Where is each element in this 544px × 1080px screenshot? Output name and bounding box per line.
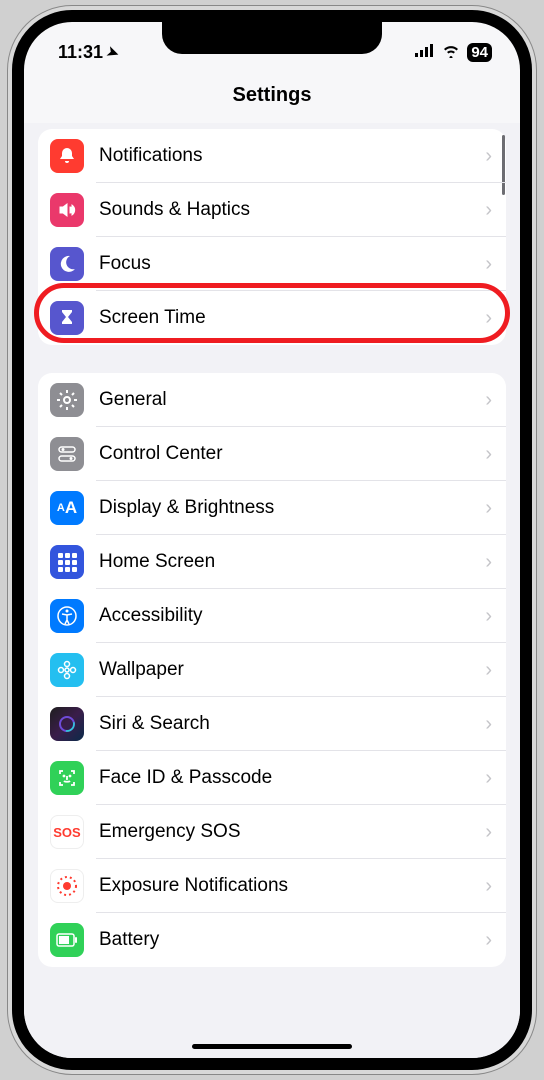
row-wallpaper[interactable]: Wallpaper ›: [38, 643, 506, 697]
chevron-right-icon: ›: [485, 767, 492, 790]
chevron-right-icon: ›: [485, 145, 492, 168]
row-general[interactable]: General ›: [38, 373, 506, 427]
chevron-right-icon: ›: [485, 713, 492, 736]
flower-icon: [50, 653, 84, 687]
chevron-right-icon: ›: [485, 551, 492, 574]
row-battery[interactable]: Battery ›: [38, 913, 506, 967]
row-sounds[interactable]: Sounds & Haptics ›: [38, 183, 506, 237]
row-label: Display & Brightness: [99, 497, 485, 519]
gear-icon: [50, 383, 84, 417]
text-size-icon: AA: [50, 491, 84, 525]
row-label: Face ID & Passcode: [99, 767, 485, 789]
row-label: Control Center: [99, 443, 485, 465]
battery-icon: [50, 923, 84, 957]
row-label: Sounds & Haptics: [99, 199, 485, 221]
row-screen-time[interactable]: Screen Time ›: [38, 291, 506, 345]
wifi-icon: [441, 42, 461, 63]
face-id-icon: [50, 761, 84, 795]
phone-frame: 11:31 ➤ 94 Settings Notifications ›: [12, 10, 532, 1070]
row-accessibility[interactable]: Accessibility ›: [38, 589, 506, 643]
chevron-right-icon: ›: [485, 389, 492, 412]
speaker-icon: [50, 193, 84, 227]
row-exposure[interactable]: Exposure Notifications ›: [38, 859, 506, 913]
settings-group-1: Notifications › Sounds & Haptics › Focus…: [38, 129, 506, 345]
row-home-screen[interactable]: Home Screen ›: [38, 535, 506, 589]
notch: [162, 22, 382, 54]
page-title: Settings: [24, 74, 520, 123]
settings-list[interactable]: Notifications › Sounds & Haptics › Focus…: [24, 123, 520, 1059]
row-emergency-sos[interactable]: SOS Emergency SOS ›: [38, 805, 506, 859]
row-label: Wallpaper: [99, 659, 485, 681]
row-label: Exposure Notifications: [99, 875, 485, 897]
row-label: Focus: [99, 253, 485, 275]
chevron-right-icon: ›: [485, 875, 492, 898]
row-label: Siri & Search: [99, 713, 485, 735]
row-label: General: [99, 389, 485, 411]
chevron-right-icon: ›: [485, 253, 492, 276]
row-label: Home Screen: [99, 551, 485, 573]
row-label: Notifications: [99, 145, 485, 167]
cellular-icon: [415, 42, 435, 63]
chevron-right-icon: ›: [485, 497, 492, 520]
chevron-right-icon: ›: [485, 821, 492, 844]
home-indicator[interactable]: [192, 1044, 352, 1049]
siri-icon: [50, 707, 84, 741]
battery-badge: 94: [467, 43, 492, 62]
row-label: Battery: [99, 929, 485, 951]
chevron-right-icon: ›: [485, 199, 492, 222]
chevron-right-icon: ›: [485, 659, 492, 682]
row-label: Screen Time: [99, 307, 485, 329]
chevron-right-icon: ›: [485, 929, 492, 952]
settings-group-2: General › Control Center › AA Display & …: [38, 373, 506, 967]
row-siri[interactable]: Siri & Search ›: [38, 697, 506, 751]
sos-icon: SOS: [50, 815, 84, 849]
location-icon: ➤: [104, 42, 121, 62]
chevron-right-icon: ›: [485, 443, 492, 466]
row-focus[interactable]: Focus ›: [38, 237, 506, 291]
row-face-id[interactable]: Face ID & Passcode ›: [38, 751, 506, 805]
moon-icon: [50, 247, 84, 281]
accessibility-icon: [50, 599, 84, 633]
row-label: Accessibility: [99, 605, 485, 627]
row-label: Emergency SOS: [99, 821, 485, 843]
grid-icon: [50, 545, 84, 579]
bell-icon: [50, 139, 84, 173]
hourglass-icon: [50, 301, 84, 335]
chevron-right-icon: ›: [485, 307, 492, 330]
exposure-icon: [50, 869, 84, 903]
row-display[interactable]: AA Display & Brightness ›: [38, 481, 506, 535]
row-notifications[interactable]: Notifications ›: [38, 129, 506, 183]
toggles-icon: [50, 437, 84, 471]
chevron-right-icon: ›: [485, 605, 492, 628]
row-control-center[interactable]: Control Center ›: [38, 427, 506, 481]
status-time: 11:31: [58, 42, 103, 63]
